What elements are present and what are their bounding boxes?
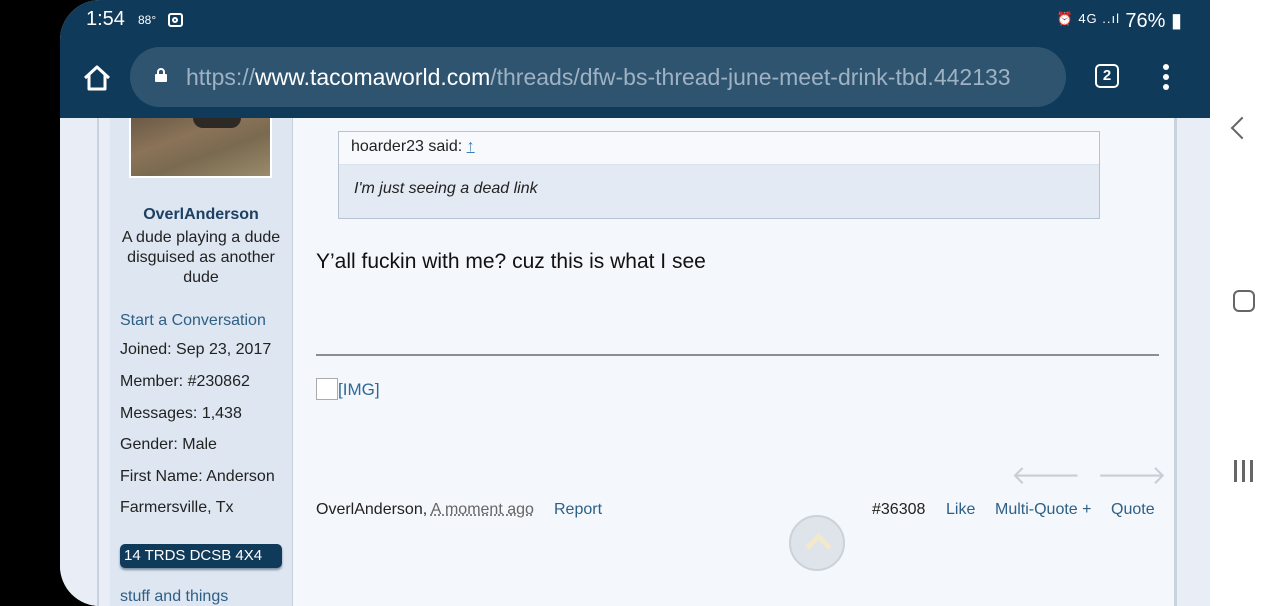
post-content: hoarder23 said: ↑ I'm just seeing a dead… bbox=[293, 118, 1174, 606]
quote-header: hoarder23 said: ↑ bbox=[339, 132, 1099, 165]
back-icon[interactable] bbox=[1230, 116, 1254, 140]
status-bar: 1:54 88° ⏰ 4G ..ıl 76% ▮ bbox=[60, 4, 1210, 34]
more-options-icon[interactable] bbox=[1160, 61, 1172, 93]
start-conversation-link[interactable]: Start a Conversation bbox=[120, 312, 266, 330]
recents-icon[interactable] bbox=[1233, 460, 1255, 482]
quote-link[interactable]: Quote bbox=[1111, 501, 1155, 519]
member-info: Member: #230862 bbox=[120, 373, 250, 390]
address-bar[interactable]: https://www.tacomaworld.com/threads/dfw-… bbox=[130, 47, 1066, 107]
divider bbox=[316, 354, 1159, 356]
like-link[interactable]: Like bbox=[946, 501, 975, 519]
arrow-right-icon[interactable]: 🡒 bbox=[1097, 460, 1167, 491]
battery-level: 76% ▮ bbox=[1125, 10, 1182, 32]
joined-info: Joined: Sep 23, 2017 bbox=[120, 341, 272, 358]
forum-page: OverlAnderson A dude playing a dude disg… bbox=[60, 118, 1210, 606]
quote-author: hoarder23 said: ↑ bbox=[351, 138, 475, 155]
report-link[interactable]: Report bbox=[554, 501, 602, 519]
home-icon[interactable] bbox=[82, 63, 112, 93]
broken-image-icon bbox=[316, 378, 338, 400]
vehicle-badge[interactable]: 14 TRDS DCSB 4X4 bbox=[120, 544, 282, 568]
status-temperature: 88° bbox=[138, 13, 157, 27]
location-info: Farmersville, Tx bbox=[120, 499, 234, 516]
scroll-to-top-button[interactable] bbox=[789, 515, 845, 571]
arrow-left-icon[interactable]: 🡐 bbox=[1011, 460, 1081, 491]
user-sidebar: OverlAnderson A dude playing a dude disg… bbox=[110, 118, 293, 606]
quote-text: I'm just seeing a dead link bbox=[354, 180, 538, 197]
multi-quote-link[interactable]: Multi-Quote + bbox=[995, 501, 1091, 519]
url-row: https://www.tacomaworld.com/threads/dfw-… bbox=[60, 47, 1210, 107]
user-title: A dude playing a dude disguised as anoth… bbox=[121, 229, 281, 286]
browser-chrome: 1:54 88° ⏰ 4G ..ıl 76% ▮ https://www.tac… bbox=[60, 0, 1210, 118]
quote-block: hoarder23 said: ↑ I'm just seeing a dead… bbox=[338, 131, 1100, 219]
stuff-and-things-link[interactable]: stuff and things bbox=[120, 588, 228, 606]
status-time: 1:54 bbox=[86, 8, 125, 30]
home-button-icon[interactable] bbox=[1233, 290, 1255, 312]
phone-screen: 1:54 88° ⏰ 4G ..ıl 76% ▮ https://www.tac… bbox=[60, 0, 1210, 606]
message-text: Y’all fuckin with me? cuz this is what I… bbox=[316, 250, 706, 273]
tab-switcher-button[interactable]: 2 bbox=[1095, 64, 1119, 88]
post-author: OverlAnderson, A moment ago bbox=[316, 501, 534, 518]
quote-jump-icon[interactable]: ↑ bbox=[467, 138, 475, 155]
messages-info: Messages: 1,438 bbox=[120, 405, 242, 422]
username-link[interactable]: OverlAnderson bbox=[110, 206, 292, 224]
post-time-link[interactable]: A moment ago bbox=[431, 501, 534, 518]
status-indicators: ⏰ 4G ..ıl bbox=[1056, 11, 1120, 26]
post-number[interactable]: #36308 bbox=[872, 501, 925, 519]
broken-image-link[interactable]: [IMG] bbox=[316, 378, 380, 400]
lock-icon bbox=[155, 68, 167, 82]
avatar[interactable] bbox=[129, 118, 272, 178]
first-name-info: First Name: Anderson bbox=[120, 468, 275, 485]
camera-icon bbox=[168, 13, 183, 27]
url-text: https://www.tacomaworld.com/threads/dfw-… bbox=[186, 64, 1011, 90]
gender-info: Gender: Male bbox=[120, 436, 217, 453]
android-nav-bar bbox=[1210, 0, 1279, 606]
